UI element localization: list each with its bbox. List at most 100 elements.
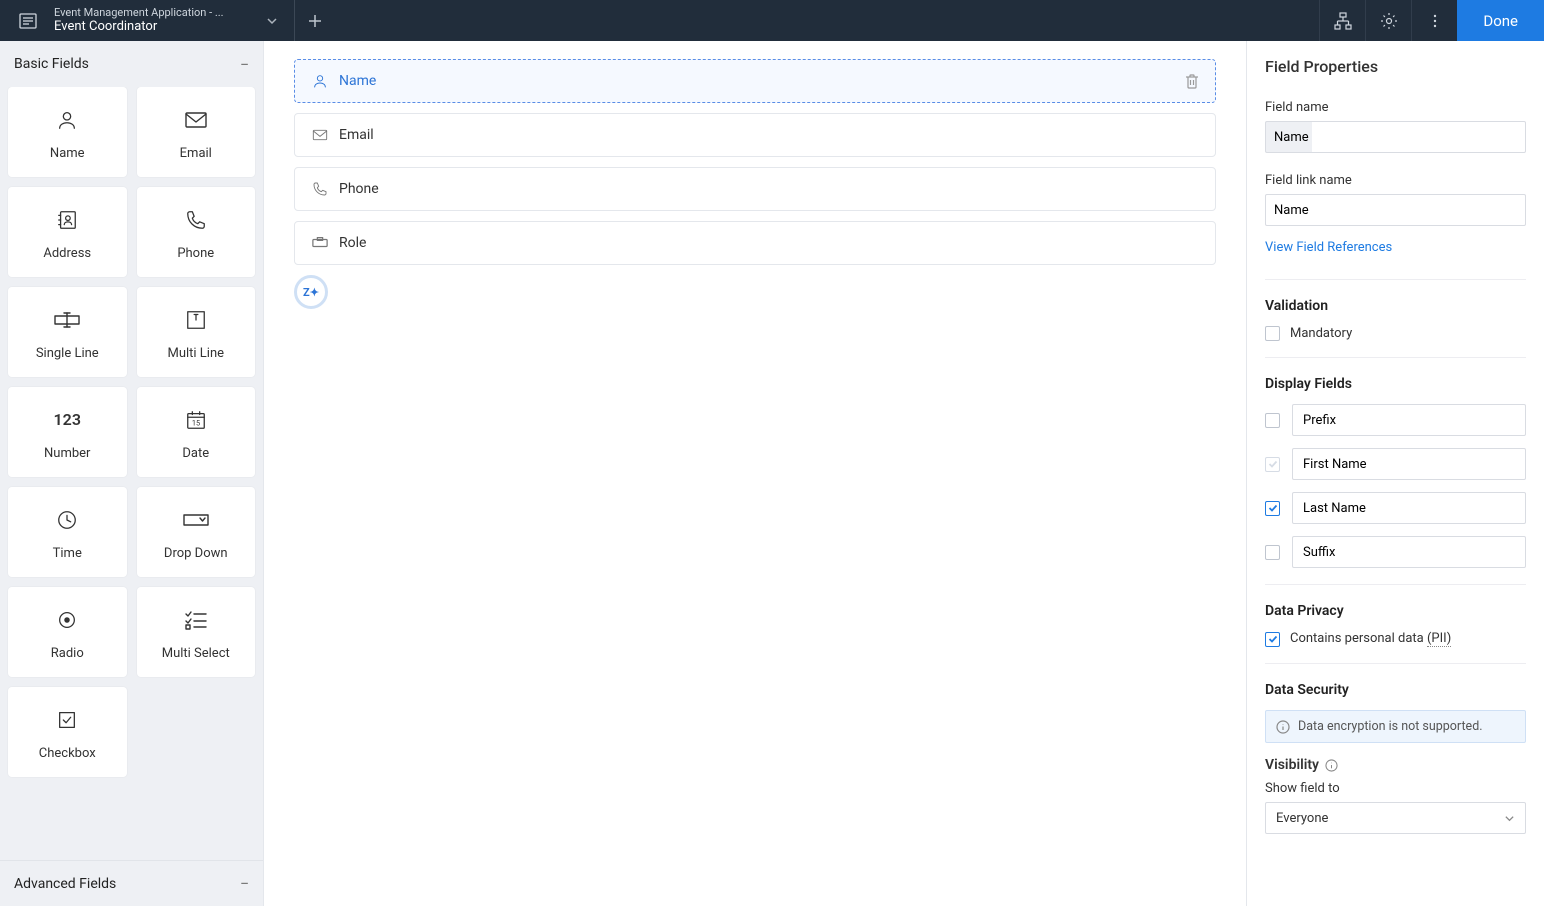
field-type-multi-line[interactable]: Multi Line [137,287,256,377]
field-type-label: Number [44,446,90,461]
minus-icon: − [240,874,249,893]
field-label: Phone [339,181,1199,197]
field-label: Email [339,127,1199,143]
tab-dropdown[interactable] [258,15,286,27]
field-name-label: Field name [1265,100,1526,115]
fields-sidebar: Basic Fields − Name Email Address Phone Sing… [0,41,264,906]
field-type-address[interactable]: Address [8,187,127,277]
mandatory-checkbox[interactable] [1265,326,1280,341]
display-checkbox-suffix[interactable] [1265,545,1280,560]
header-right: Done [1319,0,1544,41]
field-type-label: Time [53,546,82,561]
field-type-label: Checkbox [39,746,96,761]
field-type-time[interactable]: Time [8,487,127,577]
dropdown-icon [182,504,210,536]
field-type-number[interactable]: 123 Number [8,387,127,477]
settings-icon-button[interactable] [1365,0,1411,41]
form-field-email[interactable]: Email [294,113,1216,157]
display-input-first-name[interactable] [1292,448,1526,480]
form-canvas: Name Email Phone Role Z✦ [264,41,1246,906]
form-field-name[interactable]: Name [294,59,1216,103]
field-type-grid: Name Email Address Phone Single Line Multi Li… [0,87,263,860]
spacer [335,0,1319,41]
view-references-link[interactable]: View Field References [1265,240,1392,255]
minus-icon: − [240,55,249,74]
basic-fields-label: Basic Fields [14,56,89,72]
pii-label: Contains personal data (PII) [1290,631,1451,647]
field-type-label: Drop Down [164,546,228,561]
main: Basic Fields − Name Email Address Phone Sing… [0,41,1544,906]
flow-icon-button[interactable] [1319,0,1365,41]
field-label: Name [339,73,1175,89]
display-input-suffix[interactable] [1292,536,1526,568]
radio-icon [56,604,78,636]
phone-icon [311,181,329,197]
field-type-label: Name [50,146,85,161]
multiselect-icon [184,604,208,636]
mail-icon [184,104,208,136]
ai-assistant-badge[interactable]: Z✦ [294,275,328,309]
display-input-prefix[interactable] [1292,404,1526,436]
mail-icon [311,127,329,143]
display-checkbox-last-name[interactable] [1265,501,1280,516]
field-type-radio[interactable]: Radio [8,587,127,677]
number-icon: 123 [54,404,81,436]
delete-field-button[interactable] [1185,73,1199,89]
addressbook-icon [56,204,78,236]
validation-heading: Validation [1265,298,1526,314]
display-fields-heading: Display Fields [1265,376,1526,392]
visibility-select[interactable]: Everyone [1265,802,1526,834]
field-type-label: Address [43,246,91,261]
encryption-info: Data encryption is not supported. [1265,710,1526,743]
advanced-fields-label: Advanced Fields [14,876,116,892]
info-icon [1276,720,1290,734]
checkbox-icon [56,704,78,736]
done-button[interactable]: Done [1457,0,1544,41]
field-type-multi-select[interactable]: Multi Select [137,587,256,677]
field-type-date[interactable]: 15Date [137,387,256,477]
app-header: Event Management Application - ... Event… [0,0,1544,41]
show-field-label: Show field to [1265,781,1526,796]
time-icon [56,504,78,536]
add-tab-button[interactable] [295,0,335,41]
field-type-label: Radio [51,646,84,661]
header-left: Event Management Application - ... Event… [0,0,294,41]
form-field-phone[interactable]: Phone [294,167,1216,211]
field-properties-panel: Field Properties Field name Field link n… [1246,41,1544,906]
phone-icon [185,204,207,236]
field-label: Role [339,235,1199,251]
field-type-checkbox[interactable]: Checkbox [8,687,127,777]
data-security-heading: Data Security [1265,682,1526,698]
panel-title: Field Properties [1265,57,1526,76]
display-checkbox-prefix[interactable] [1265,413,1280,428]
visibility-heading: Visibility [1265,757,1526,773]
role-icon [311,235,329,251]
field-type-label: Phone [177,246,214,261]
user-icon [311,73,329,89]
multiline-icon [185,304,207,336]
svg-text:15: 15 [192,418,200,427]
data-privacy-heading: Data Privacy [1265,603,1526,619]
field-type-email[interactable]: Email [137,87,256,177]
field-link-label: Field link name [1265,173,1526,188]
mandatory-label: Mandatory [1290,326,1352,341]
field-type-label: Multi Select [162,646,230,661]
pii-checkbox[interactable] [1265,632,1280,647]
more-icon-button[interactable] [1411,0,1457,41]
field-link-input[interactable] [1265,194,1526,226]
field-type-label: Multi Line [167,346,224,361]
basic-fields-header[interactable]: Basic Fields − [0,41,263,87]
form-field-role[interactable]: Role [294,221,1216,265]
field-type-single-line[interactable]: Single Line [8,287,127,377]
field-name-input[interactable] [1265,121,1526,153]
field-type-label: Single Line [36,346,99,361]
info-icon [1325,759,1338,772]
field-type-drop-down[interactable]: Drop Down [137,487,256,577]
field-type-label: Email [180,146,212,161]
advanced-fields-header[interactable]: Advanced Fields − [0,860,263,906]
display-input-last-name[interactable] [1292,492,1526,524]
field-type-phone[interactable]: Phone [137,187,256,277]
field-type-name[interactable]: Name [8,87,127,177]
display-checkbox-first-name[interactable] [1265,457,1280,472]
user-icon [56,104,78,136]
